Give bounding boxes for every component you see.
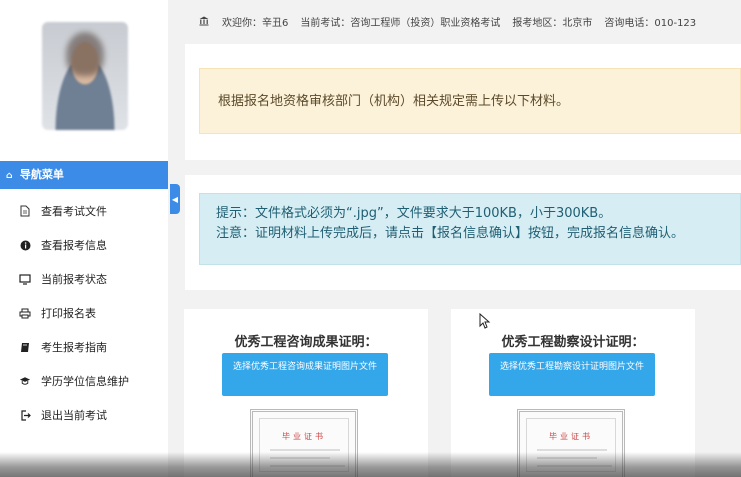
tip-panel: 提示：文件格式必须为“.jpg”，文件要求大于100KB，小于300KB。 注意… <box>185 175 741 290</box>
sidebar-item-label: 查看考试文件 <box>41 205 107 218</box>
sidebar-item-label: 退出当前考试 <box>41 409 107 422</box>
monitor-icon <box>19 273 31 285</box>
select-file-button[interactable]: 选择优秀工程咨询成果证明图片文件 <box>222 353 388 396</box>
nav-menu-title: 导航菜单 <box>19 168 64 181</box>
sidebar-item-label: 当前报考状态 <box>41 273 107 286</box>
sidebar: ⌂ 导航菜单 查看考试文件 查看报考信息 当前报考状态 打印报名表 考生报考指南… <box>0 0 168 477</box>
bank-icon <box>199 16 210 29</box>
nav-list: 查看考试文件 查看报考信息 当前报考状态 打印报名表 考生报考指南 学历学位信息… <box>0 194 168 432</box>
select-file-button[interactable]: 选择优秀工程勘察设计证明图片文件 <box>489 353 655 396</box>
nav-menu-header: ⌂ 导航菜单 <box>0 161 168 189</box>
bottom-shadow <box>0 452 741 477</box>
sidebar-item-view-exam-files[interactable]: 查看考试文件 <box>0 194 168 228</box>
book-icon <box>19 341 31 353</box>
region-text: 报考地区：北京市 <box>512 18 593 29</box>
sidebar-item-label: 考生报考指南 <box>41 341 107 354</box>
sidebar-item-label: 查看报考信息 <box>41 239 107 252</box>
graduation-cap-icon <box>19 375 31 387</box>
sidebar-item-label: 学历学位信息维护 <box>41 375 129 388</box>
notice-panel: 根据报名地资格审核部门（机构）相关规定需上传以下材料。 <box>185 44 741 160</box>
mouse-cursor-icon <box>479 313 491 329</box>
info-icon <box>19 239 31 251</box>
print-icon <box>19 307 31 319</box>
sidebar-item-degree-info[interactable]: 学历学位信息维护 <box>0 364 168 398</box>
avatar <box>42 22 128 130</box>
phone-text: 咨询电话：010-123 <box>604 18 697 29</box>
home-icon: ⌂ <box>6 171 13 181</box>
certificate-title: 毕业证书 <box>549 432 593 441</box>
certificate-title: 毕业证书 <box>282 432 326 441</box>
top-info-bar: 欢迎你：辛丑6 当前考试：咨询工程师（投资）职业资格考试 报考地区：北京市 咨询电话：… <box>199 14 708 29</box>
sidebar-item-exit-exam[interactable]: 退出当前考试 <box>0 398 168 432</box>
tip-line-format: 提示：文件格式必须为“.jpg”，文件要求大于100KB，小于300KB。 <box>216 206 612 221</box>
tip-line-confirm: 注意：证明材料上传完成后，请点击【报名信息确认】按钮，完成报名信息确认。 <box>216 226 685 241</box>
avatar-photo <box>66 32 104 76</box>
current-exam-text: 当前考试：咨询工程师（投资）职业资格考试 <box>300 18 501 29</box>
card-title: 优秀工程咨询成果证明： <box>234 335 378 350</box>
info-alert: 提示：文件格式必须为“.jpg”，文件要求大于100KB，小于300KB。 注意… <box>199 193 741 265</box>
card-title: 优秀工程勘察设计证明： <box>501 335 645 350</box>
sidebar-item-label: 打印报名表 <box>41 307 96 320</box>
sidebar-item-view-registration-info[interactable]: 查看报考信息 <box>0 228 168 262</box>
chevron-left-icon: ◀ <box>171 194 179 204</box>
warning-alert: 根据报名地资格审核部门（机构）相关规定需上传以下材料。 <box>199 68 741 134</box>
welcome-text: 欢迎你：辛丑6 <box>222 18 289 29</box>
sidebar-collapse-toggle[interactable]: ◀ <box>170 184 180 214</box>
file-icon <box>19 205 31 217</box>
sidebar-item-print-form[interactable]: 打印报名表 <box>0 296 168 330</box>
sidebar-item-guide[interactable]: 考生报考指南 <box>0 330 168 364</box>
exit-icon <box>19 409 31 421</box>
sidebar-item-registration-status[interactable]: 当前报考状态 <box>0 262 168 296</box>
